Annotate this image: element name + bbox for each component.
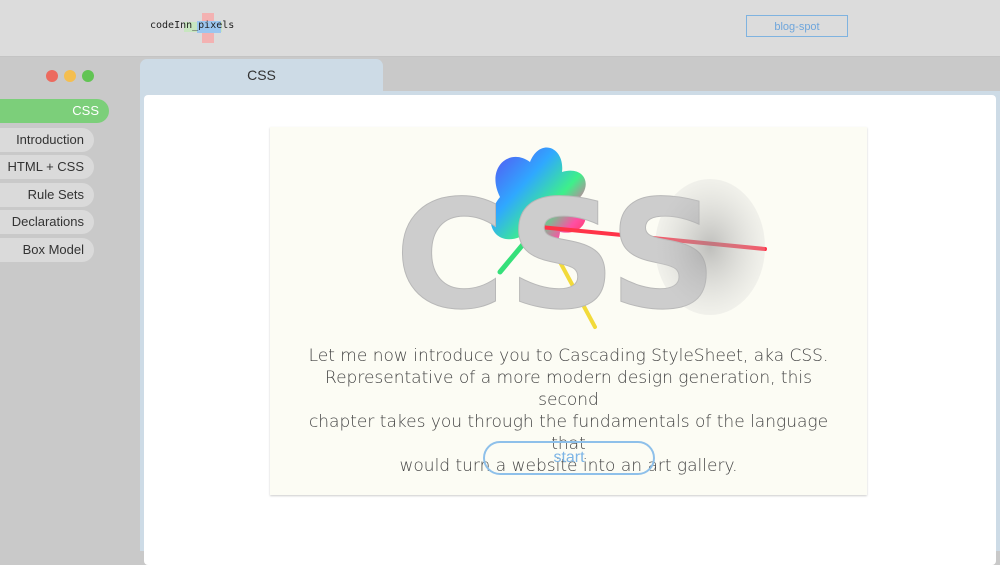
sidebar-item-html-css[interactable]: HTML + CSS xyxy=(0,155,94,179)
minimize-window-icon[interactable] xyxy=(64,70,76,82)
sidebar-item-introduction[interactable]: Introduction xyxy=(0,128,94,152)
intro-line-2: Representative of a more modern design g… xyxy=(325,368,812,410)
sidebar-item-rule-sets[interactable]: Rule Sets xyxy=(0,183,94,207)
logo-text: codeInn_pixels xyxy=(150,20,235,31)
blog-spot-button[interactable]: blog-spot xyxy=(746,15,848,37)
sidebar-item-css[interactable]: CSS xyxy=(0,99,109,123)
intro-line-1: Let me now introduce you to Cascading St… xyxy=(308,346,829,366)
top-bar: codeInn_pixels blog-spot xyxy=(0,0,1000,57)
sidebar-item-box-model[interactable]: Box Model xyxy=(0,238,94,262)
maximize-window-icon[interactable] xyxy=(82,70,94,82)
start-button[interactable]: start xyxy=(483,441,655,475)
tab-css[interactable]: CSS xyxy=(140,59,383,93)
css-hero-image: CSS xyxy=(395,147,767,337)
chapter-card: CSS Let me now introduce you to Cascadin… xyxy=(270,127,867,495)
smoke-effect xyxy=(655,179,765,315)
close-window-icon[interactable] xyxy=(46,70,58,82)
sidebar-item-declarations[interactable]: Declarations xyxy=(0,210,94,234)
